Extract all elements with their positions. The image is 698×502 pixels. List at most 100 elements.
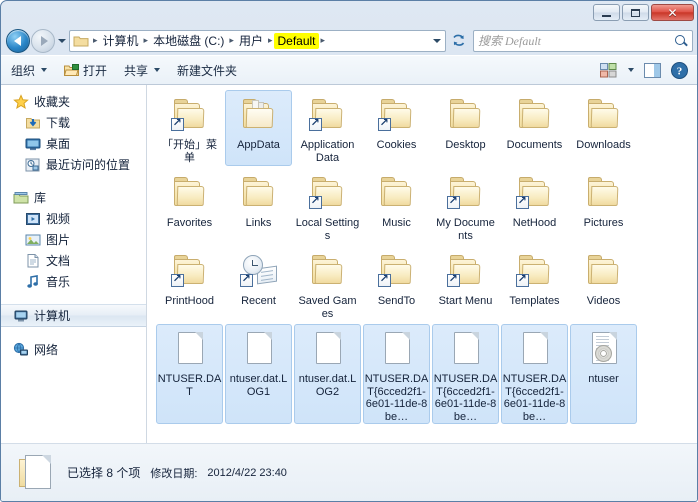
file-item[interactable]: My Documents [432,168,499,244]
sidebar-item-downloads[interactable]: 下载 [1,112,146,133]
file-item-icon [442,95,490,137]
file-graphic [522,332,548,364]
file-item[interactable]: NTUSER.DAT{6cced2f1-6e01-11de-8be… [363,324,430,424]
file-item[interactable]: ntuser.dat.LOG1 [225,324,292,424]
folder-front [245,108,273,128]
file-item[interactable]: Links [225,168,292,244]
file-item-label: Cookies [376,139,417,151]
recent-pages-dropdown[interactable] [55,30,68,52]
file-item[interactable]: Templates [501,246,568,322]
close-button[interactable]: ✕ [651,4,694,21]
file-item[interactable]: Start Menu [432,246,499,322]
search-input[interactable]: 搜索 Default [478,32,674,49]
help-icon: ? [670,61,688,79]
chevron-down-icon [41,68,48,72]
file-item-icon [373,329,421,371]
file-item[interactable]: Saved Games [294,246,361,322]
file-list-view[interactable]: 「开始」菜单 AppData Application Data Cookies Desk… [147,85,697,443]
folder-front [314,264,342,284]
sidebar-item-libraries[interactable]: 库 [1,187,146,208]
folder-front [590,264,618,284]
share-button[interactable]: 共享 [117,59,167,81]
back-button[interactable] [6,28,30,53]
address-bar[interactable]: ▸ 计算机 ▸ 本地磁盘 (C:) ▸ 用户 ▸ Default ▸ [69,29,446,52]
change-view-button[interactable] [596,59,620,81]
sidebar-item-pictures[interactable]: 图片 [1,229,146,250]
sidebar-item-network[interactable]: 网络 [1,339,146,360]
sidebar-item-documents[interactable]: 文档 [1,250,146,271]
shortcut-arrow-icon [377,116,391,131]
sidebar-item-desktop[interactable]: 桌面 [1,133,146,154]
open-button[interactable]: 打开 [57,59,114,81]
search-box[interactable]: 搜索 Default [473,29,693,52]
breadcrumb-item-current[interactable]: Default [274,32,319,49]
file-item[interactable]: NTUSER.DAT{6cced2f1-6e01-11de-8be… [432,324,499,424]
file-graphic [177,332,203,364]
forward-button[interactable] [31,28,55,53]
file-item-icon [580,173,628,215]
folder-front [590,186,618,206]
file-item[interactable]: Recent [225,246,292,322]
file-item[interactable]: NTUSER.DAT [156,324,223,424]
breadcrumb-item-1[interactable]: 本地磁盘 (C:) [150,31,227,50]
sidebar-item-computer[interactable]: 计算机 [1,304,146,327]
arrow-left-icon [13,35,21,46]
file-item[interactable]: Videos [570,246,637,322]
maximize-button[interactable] [622,4,649,21]
file-item[interactable]: PrintHood [156,246,223,322]
sidebar-item-recent-places[interactable]: 最近访问的位置 [1,154,146,175]
minimize-button[interactable] [593,4,620,21]
preview-pane-button[interactable] [640,59,664,81]
clock-hand [252,265,258,266]
status-modified-value: 2012/4/22 23:40 [207,466,287,479]
file-item[interactable]: Application Data [294,90,361,166]
file-item[interactable]: NetHood [501,168,568,244]
help-button[interactable]: ? [667,59,691,81]
address-dropdown-button[interactable] [429,38,445,43]
explorer-window: ✕ ▸ 计算机 ▸ 本地磁盘 (C:) ▸ 用户 ▸ Default ▸ 搜索 … [0,0,698,502]
folder-front [590,108,618,128]
navigation-pane: 收藏夹 下载 桌面 最近访问的位置 库 视频 图片 文档 音乐 计算机 网络 [1,85,147,443]
new-folder-button[interactable]: 新建文件夹 [170,59,244,81]
file-item[interactable]: ntuser.dat.LOG2 [294,324,361,424]
change-view-dropdown[interactable] [623,59,637,81]
file-item[interactable]: Local Settings [294,168,361,244]
file-item[interactable]: Music [363,168,430,244]
file-item[interactable]: Pictures [570,168,637,244]
new-folder-label: 新建文件夹 [177,63,238,78]
desktop-icon [25,136,41,152]
file-item-icon [235,329,283,371]
file-item[interactable]: Cookies [363,90,430,166]
folder-graphic [587,177,620,207]
file-item-label: SendTo [377,295,416,307]
file-item-icon [166,173,214,215]
sidebar-label-desktop: 桌面 [46,137,71,151]
file-fold [608,332,617,340]
file-item[interactable]: Documents [501,90,568,166]
sidebar-item-music[interactable]: 音乐 [1,271,146,292]
breadcrumb-item-0[interactable]: 计算机 [100,31,142,50]
breadcrumb-item-2[interactable]: 用户 [236,31,266,50]
sidebar-label-network: 网络 [34,343,59,357]
shortcut-arrow-icon [377,272,391,287]
sidebar-item-favorites[interactable]: 收藏夹 [1,91,146,112]
file-item[interactable]: Favorites [156,168,223,244]
file-item[interactable]: Desktop [432,90,499,166]
file-item[interactable]: Downloads [570,90,637,166]
breadcrumb-separator: ▸ [143,35,149,45]
file-item-icon [511,95,559,137]
shortcut-arrow-icon [170,272,184,287]
file-item[interactable]: 「开始」菜单 [156,90,223,166]
organize-button[interactable]: 组织 [4,59,54,81]
file-grid: 「开始」菜单 AppData Application Data Cookies Desk… [147,85,697,425]
file-item[interactable]: ntuser [570,324,637,424]
sidebar-item-videos[interactable]: 视频 [1,208,146,229]
file-item-icon [235,95,283,137]
sidebar-label-music: 音乐 [46,275,71,289]
file-item[interactable]: NTUSER.DAT{6cced2f1-6e01-11de-8be… [501,324,568,424]
shortcut-arrow-icon [308,194,322,209]
file-item[interactable]: SendTo [363,246,430,322]
refresh-button[interactable] [448,30,470,52]
shortcut-arrow-icon [515,194,529,209]
file-item[interactable]: AppData [225,90,292,166]
